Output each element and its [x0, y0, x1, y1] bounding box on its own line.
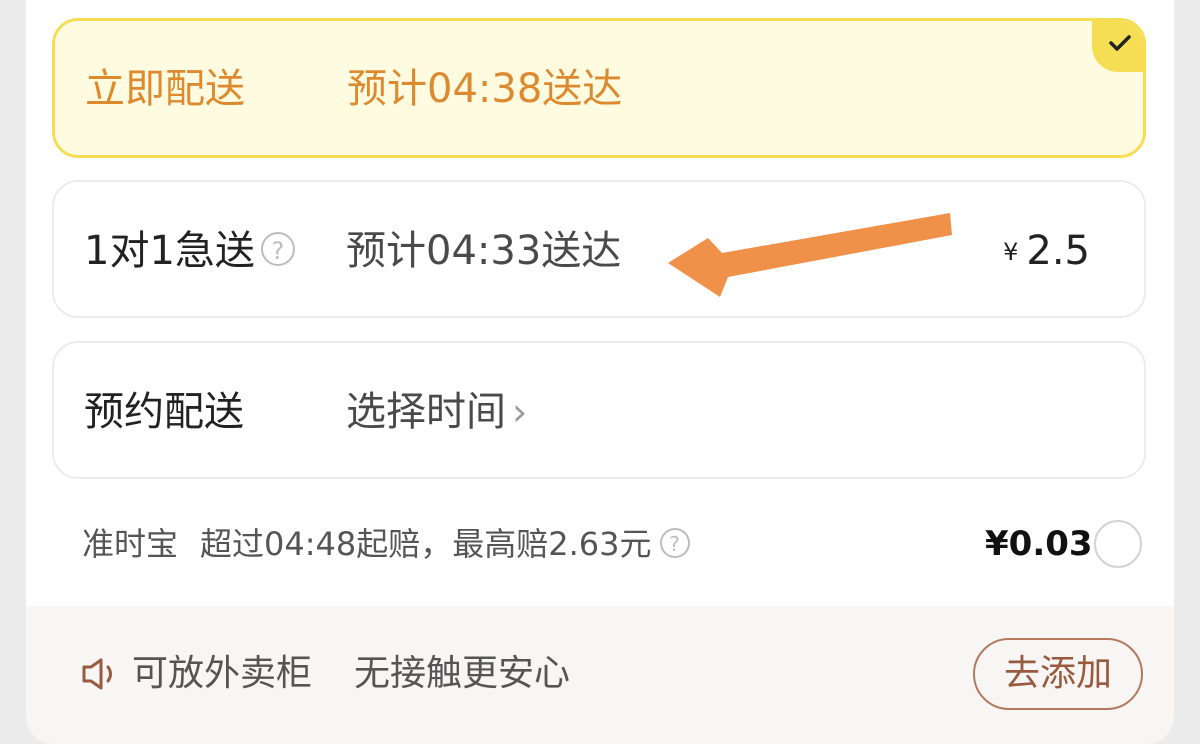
- locker-subtitle: 无接触更安心: [354, 653, 571, 694]
- help-icon[interactable]: ?: [260, 232, 295, 266]
- currency-symbol: ¥: [1003, 238, 1019, 266]
- insurance-desc: 超过04:48起赔，最高赔2.63元: [200, 525, 652, 563]
- insurance-price: ¥0.03: [985, 524, 1093, 564]
- chevron-right-icon: ›: [512, 390, 528, 434]
- locker-title: 可放外卖柜: [132, 653, 313, 694]
- express-eta: 预计04:38送达: [347, 66, 623, 112]
- annotation-arrow-icon: [668, 213, 952, 297]
- insurance-radio[interactable]: [1094, 520, 1142, 568]
- speaker-icon: [82, 658, 112, 690]
- insurance-help-icon[interactable]: ?: [659, 528, 690, 558]
- urgent-eta: 预计04:33送达: [346, 228, 622, 274]
- option-urgent-delivery[interactable]: 1对1急送? 预计04:33送达 ¥2.5: [52, 180, 1146, 318]
- choose-time-label: 选择时间: [346, 389, 506, 435]
- express-label: 立即配送: [85, 66, 245, 112]
- urgent-price-value: 2.5: [1026, 228, 1090, 274]
- option-express-delivery[interactable]: 立即配送 预计04:38送达: [52, 18, 1146, 158]
- ontime-insurance-row: 准时宝 超过04:48起赔，最高赔2.63元?: [82, 522, 690, 566]
- locker-text: 可放外卖柜 无接触更安心: [132, 651, 570, 697]
- add-locker-button[interactable]: 去添加: [973, 638, 1143, 710]
- urgent-price: ¥2.5: [1003, 227, 1090, 280]
- option-scheduled-delivery[interactable]: 预约配送 选择时间 ›: [52, 341, 1146, 479]
- choose-time-link[interactable]: 选择时间 ›: [346, 388, 527, 436]
- selected-check-badge: [1092, 21, 1143, 72]
- checkmark-icon: [1109, 35, 1131, 51]
- insurance-name: 准时宝: [82, 525, 179, 563]
- schedule-label: 预约配送: [84, 389, 244, 435]
- urgent-label-wrap: 1对1急送?: [84, 227, 295, 275]
- urgent-label: 1对1急送: [84, 228, 255, 274]
